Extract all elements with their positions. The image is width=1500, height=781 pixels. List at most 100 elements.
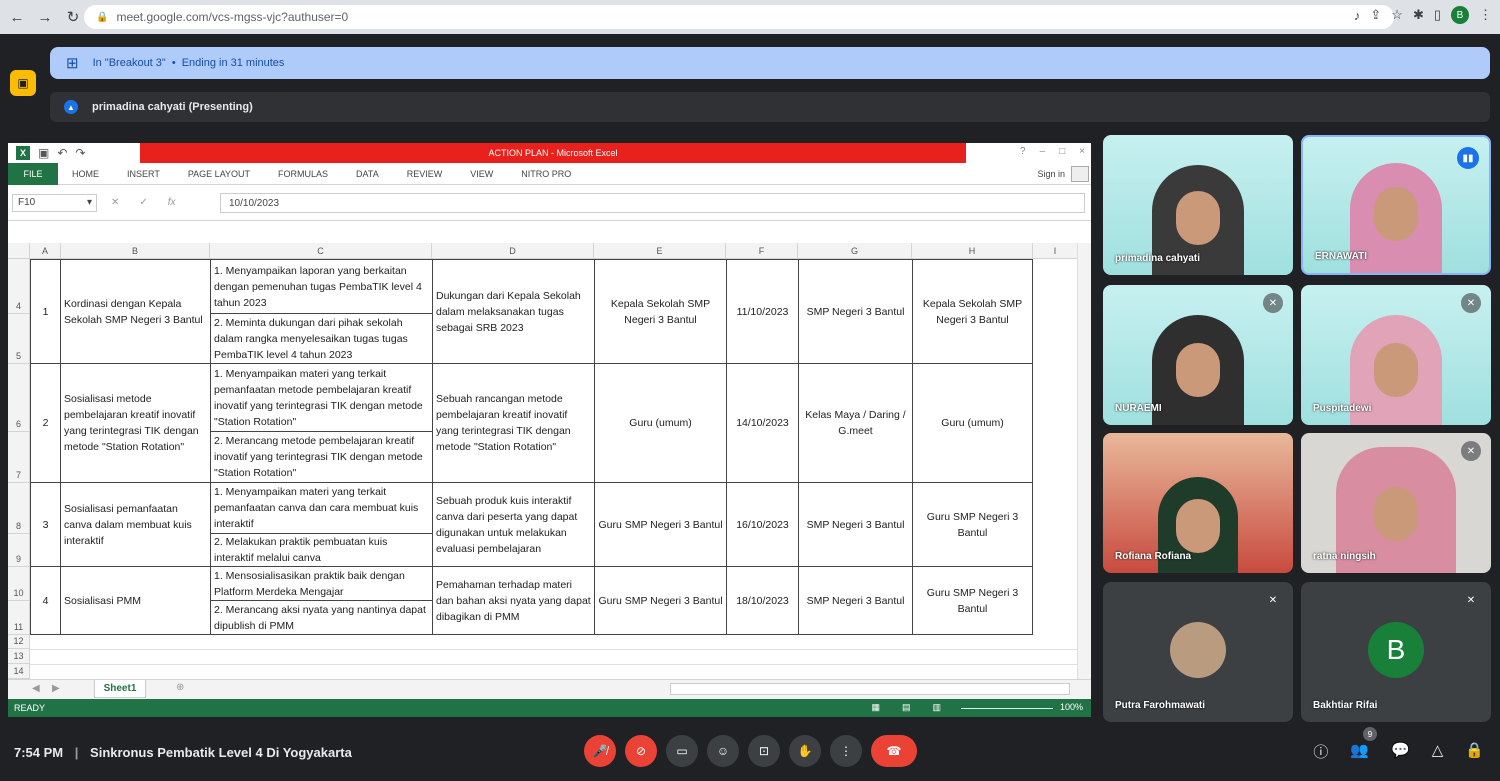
cell-output[interactable]: Pemahaman terhadap materi dan bahan aksi… — [432, 566, 595, 635]
undo-icon[interactable]: ↶ — [57, 146, 67, 160]
tab-home[interactable]: HOME — [72, 169, 99, 179]
col-header-h[interactable]: H — [912, 243, 1033, 259]
formula-input[interactable]: 10/10/2023 — [220, 193, 1085, 213]
share-icon[interactable]: ⇪ — [1370, 7, 1381, 23]
tab-review[interactable]: REVIEW — [407, 169, 443, 179]
col-header-b[interactable]: B — [61, 243, 210, 259]
activities-icon[interactable]: △ — [1432, 741, 1444, 762]
enter-icon[interactable]: ✓ — [139, 197, 147, 208]
col-header-f[interactable]: F — [726, 243, 798, 259]
mic-toggle-button[interactable]: 🎤̸ — [584, 735, 616, 767]
cell-activity[interactable]: Sosialisasi metode pembelajaran kreatif … — [60, 363, 211, 483]
cell-no[interactable]: 3 — [30, 482, 61, 567]
activities-icon[interactable]: ▣ — [10, 70, 36, 96]
address-bar[interactable]: 🔒 meet.google.com/vcs-mgss-vjc?authuser=… — [84, 5, 1394, 29]
row-header[interactable]: 9 — [8, 534, 30, 567]
row-header[interactable]: 11 — [8, 601, 30, 635]
cell-date[interactable]: 18/10/2023 — [726, 566, 799, 635]
col-header-d[interactable]: D — [432, 243, 594, 259]
participant-tile[interactable]: ✕ Putra Farohmawati — [1103, 582, 1293, 722]
tab-data[interactable]: DATA — [356, 169, 379, 179]
profile-avatar[interactable]: B — [1451, 6, 1469, 24]
cell-place[interactable]: SMP Negeri 3 Bantul — [798, 566, 913, 635]
save-icon[interactable]: ▣ — [38, 146, 49, 160]
chat-icon[interactable]: 💬 — [1391, 741, 1410, 762]
cell-step[interactable]: 2. Merancang metode pembelajaran kreatif… — [210, 431, 433, 483]
participant-tile[interactable]: B ✕ Bakhtiar Rifai — [1301, 582, 1491, 722]
cell-no[interactable]: 1 — [30, 259, 61, 364]
extensions-icon[interactable]: ✱ — [1413, 7, 1424, 23]
cell-step[interactable]: 1. Menyampaikan materi yang terkait pema… — [210, 363, 433, 432]
cell-step[interactable]: 1. Mensosialisasikan praktik baik dengan… — [210, 566, 433, 601]
minimize-icon[interactable]: – — [1040, 146, 1046, 157]
fx-icon[interactable]: fx — [168, 197, 176, 208]
camera-toggle-button[interactable]: ⊘ — [625, 735, 657, 767]
sheet-next-icon[interactable]: ▶ — [52, 683, 60, 694]
cell-output[interactable]: Sebuah rancangan metode pembelajaran kre… — [432, 363, 595, 483]
zoom-level[interactable]: 100% — [1060, 702, 1083, 712]
maximize-icon[interactable]: □ — [1059, 146, 1065, 157]
cell-step[interactable]: 1. Menyampaikan laporan yang berkaitan d… — [210, 259, 433, 314]
present-button[interactable]: ⊡ — [748, 735, 780, 767]
participant-tile[interactable]: primadina cahyati — [1103, 135, 1293, 275]
cell-place[interactable]: SMP Negeri 3 Bantul — [798, 259, 913, 364]
row-header[interactable]: 4 — [8, 259, 30, 314]
page-break-icon[interactable]: ▥ — [932, 702, 941, 713]
tab-page-layout[interactable]: PAGE LAYOUT — [188, 169, 250, 179]
cell-pic[interactable]: Guru (umum) — [912, 363, 1033, 483]
row-header[interactable]: 8 — [8, 483, 30, 534]
cell-output[interactable]: Sebuah produk kuis interaktif canva dari… — [432, 482, 595, 567]
cell-no[interactable]: 2 — [30, 363, 61, 483]
cell-step[interactable]: 1. Menyampaikan materi yang terkait pema… — [210, 482, 433, 534]
host-controls-icon[interactable]: 🔒 — [1465, 741, 1484, 762]
tab-insert[interactable]: INSERT — [127, 169, 160, 179]
spreadsheet-grid[interactable]: A B C D E F G H I 4 5 6 7 8 9 10 11 12 1… — [8, 243, 1078, 699]
leave-call-button[interactable]: ☎ — [871, 735, 917, 767]
raise-hand-button[interactable]: ✋ — [789, 735, 821, 767]
cell-date[interactable]: 14/10/2023 — [726, 363, 799, 483]
sidepanel-icon[interactable]: ▯ — [1434, 7, 1441, 23]
cell-place[interactable]: Kelas Maya / Daring / G.meet — [798, 363, 913, 483]
col-header-e[interactable]: E — [594, 243, 726, 259]
select-all[interactable] — [8, 243, 30, 259]
col-header-g[interactable]: G — [798, 243, 912, 259]
row-header[interactable]: 10 — [8, 567, 30, 601]
cell-target[interactable]: Guru (umum) — [594, 363, 727, 483]
tab-view[interactable]: VIEW — [470, 169, 493, 179]
tab-nitro-pro[interactable]: NITRO PRO — [521, 169, 571, 179]
participant-tile[interactable]: Rofiana Rofiana — [1103, 433, 1293, 573]
row-header[interactable]: 7 — [8, 432, 30, 483]
vertical-scrollbar[interactable] — [1077, 243, 1091, 679]
close-icon[interactable]: × — [1079, 146, 1085, 157]
cell-step[interactable]: 2. Meminta dukungan dari pihak sekolah d… — [210, 313, 433, 364]
cell-date[interactable]: 16/10/2023 — [726, 482, 799, 567]
normal-view-icon[interactable]: ▦ — [871, 702, 880, 713]
more-options-button[interactable]: ⋮ — [830, 735, 862, 767]
cell-pic[interactable]: Guru SMP Negeri 3 Bantul — [912, 566, 1033, 635]
cell-date[interactable]: 11/10/2023 — [726, 259, 799, 364]
name-box[interactable]: F10 ▾ — [12, 193, 97, 212]
cell-step[interactable]: 2. Merancang aksi nyata yang nantinya da… — [210, 600, 433, 635]
cell-pic[interactable]: Kepala Sekolah SMP Negeri 3 Bantul — [912, 259, 1033, 364]
cell-activity[interactable]: Kordinasi dengan Kepala Sekolah SMP Nege… — [60, 259, 211, 364]
cell-no[interactable]: 4 — [30, 566, 61, 635]
tab-file[interactable]: FILE — [8, 162, 58, 185]
cancel-icon[interactable]: ✕ — [111, 197, 119, 208]
cell-step[interactable]: 2. Melakukan praktik pembuatan kuis inte… — [210, 533, 433, 567]
cell-target[interactable]: Kepala Sekolah SMP Negeri 3 Bantul — [594, 259, 727, 364]
captions-button[interactable]: ▭ — [666, 735, 698, 767]
participant-tile[interactable]: ▮▮ ERNAWATI — [1301, 135, 1491, 275]
reload-icon[interactable]: ↻ — [62, 6, 84, 28]
participant-tile[interactable]: ✕ NURAEMI — [1103, 285, 1293, 425]
page-layout-icon[interactable]: ▤ — [902, 702, 911, 713]
forward-icon[interactable]: → — [34, 6, 56, 28]
cell-activity[interactable]: Sosialisasi PMM — [60, 566, 211, 635]
horizontal-scrollbar[interactable] — [670, 683, 1070, 695]
people-icon[interactable]: 👥 — [1350, 741, 1369, 762]
col-header-i[interactable]: I — [1033, 243, 1078, 259]
cell-activity[interactable]: Sosialisasi pemanfaatan canva dalam memb… — [60, 482, 211, 567]
reactions-button[interactable]: ☺ — [707, 735, 739, 767]
participant-tile[interactable]: ✕ Puspitadewi — [1301, 285, 1491, 425]
cell-target[interactable]: Guru SMP Negeri 3 Bantul — [594, 482, 727, 567]
star-icon[interactable]: ☆ — [1391, 7, 1403, 23]
